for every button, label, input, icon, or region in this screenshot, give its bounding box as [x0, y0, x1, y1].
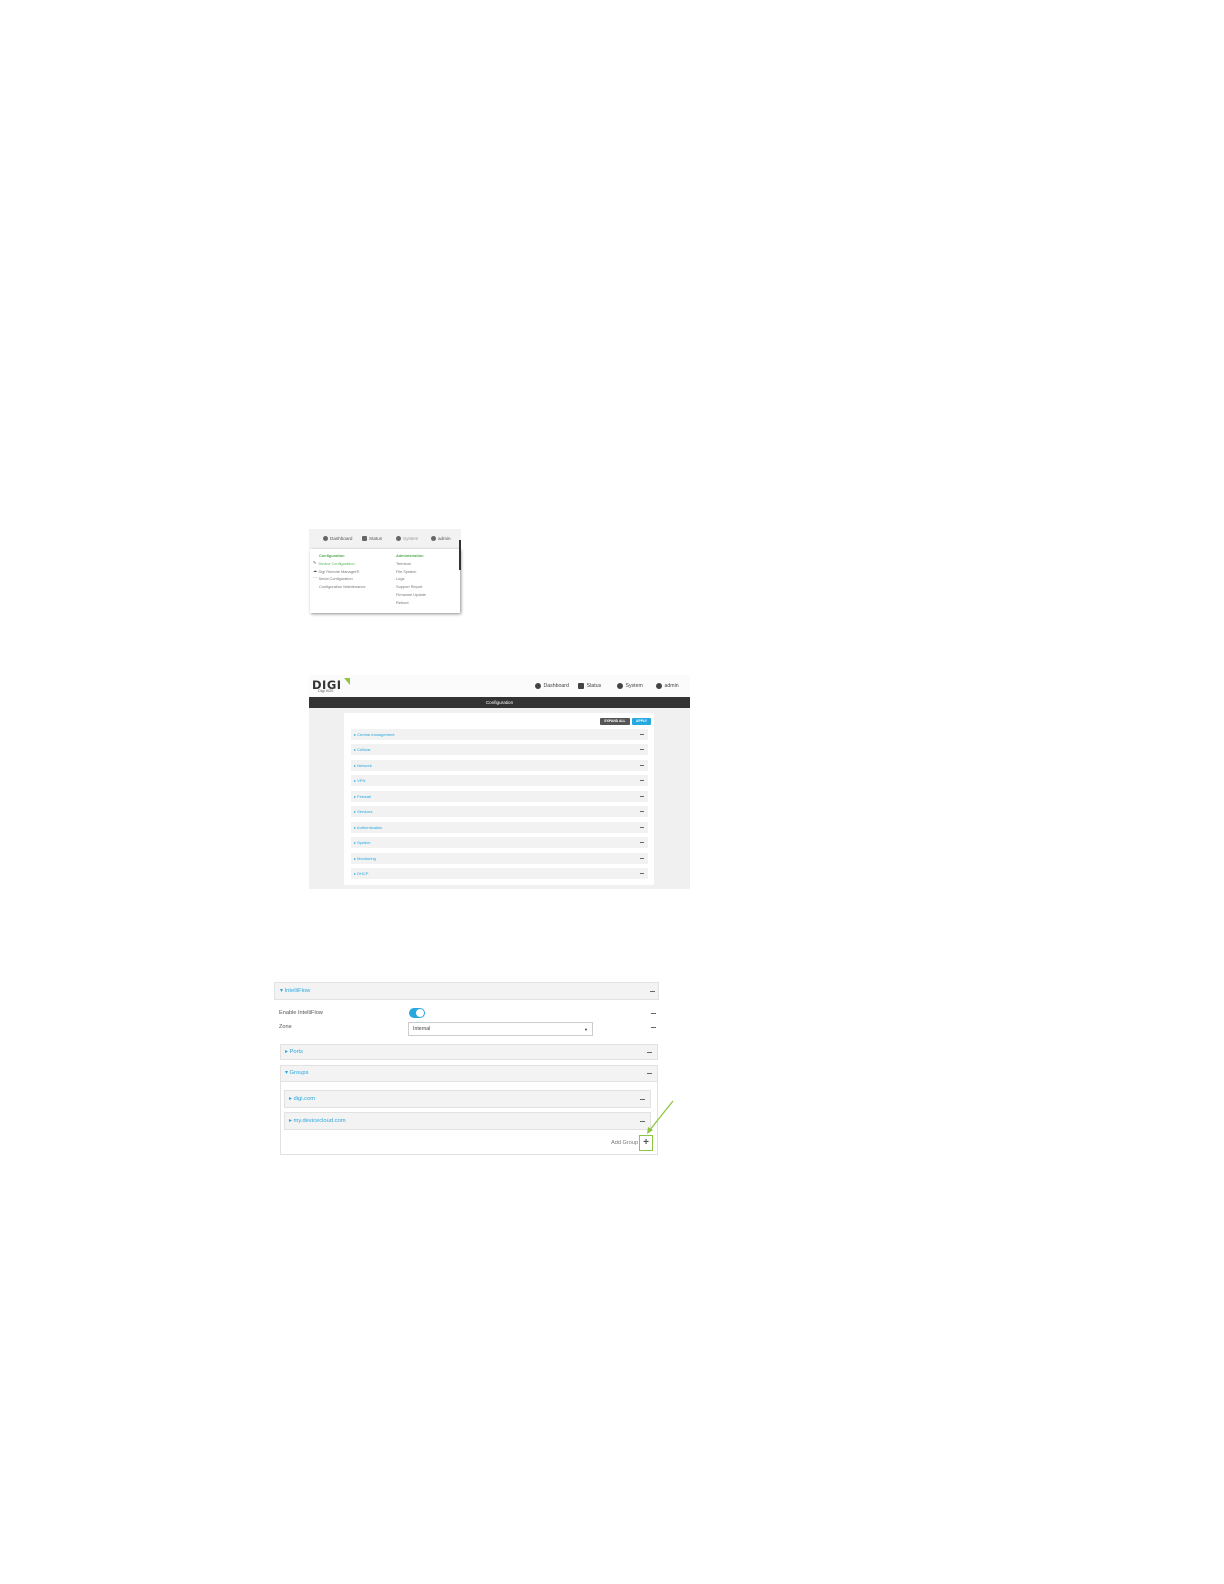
menu-item-serial-configuration[interactable]: ⋯ Serial Configuration [313, 575, 366, 583]
section-firewall[interactable]: ▸ Firewall [351, 791, 648, 802]
remove-icon [651, 1027, 656, 1029]
app-header: DIGI Digi IX20 Dashboard Status System a… [309, 675, 690, 697]
zone-select[interactable]: Internal ▼ [408, 1022, 593, 1036]
gear-icon [396, 536, 401, 541]
device-model: Digi IX20 [318, 689, 334, 693]
menu-item-remote-manager[interactable]: ☁ Digi Remote Manager® [313, 568, 366, 576]
nav-status[interactable]: Status [362, 536, 382, 541]
section-monitoring[interactable]: ▸ Monitoring [351, 853, 648, 864]
configuration-heading: Configuration [319, 553, 345, 558]
menu-item-firmware-update[interactable]: Firmware Update [396, 591, 426, 599]
collapse-icon [640, 842, 644, 844]
collapse-icon [640, 873, 644, 875]
section-cellular[interactable]: ▸ Cellular [351, 744, 648, 755]
section-authentication[interactable]: ▸ Authentication [351, 822, 648, 833]
section-vpn[interactable]: ▸ VPN [351, 775, 648, 786]
cloud-icon: ☁ [313, 568, 317, 573]
dashboard-icon [323, 536, 328, 541]
collapse-icon [650, 991, 655, 993]
section-central-management[interactable]: ▸ Central management [351, 729, 648, 740]
collapse-icon [640, 749, 644, 751]
dropdown-caret-icon: ▼ [584, 1027, 588, 1032]
collapse-icon [640, 796, 644, 798]
toggle-knob [416, 1009, 424, 1017]
page-title: Configuration [309, 697, 690, 708]
collapse-icon [640, 765, 644, 767]
serial-icon: ⋯ [313, 576, 317, 581]
grid-icon [578, 683, 584, 689]
collapse-icon [640, 858, 644, 860]
zone-label: Zone [279, 1024, 292, 1030]
menu-item-support-report[interactable]: Support Report [396, 583, 426, 591]
nav-dashboard[interactable]: Dashboard [323, 536, 352, 541]
section-network[interactable]: ▸ Network [351, 760, 648, 771]
user-icon [431, 536, 436, 541]
config-panel: EXPAND ALL APPLY ▸ Central management ▸ … [344, 713, 654, 885]
add-group-label: Add Group [611, 1140, 639, 1146]
callout-arrow-icon [647, 1100, 674, 1134]
menu-item-file-system[interactable]: File System [396, 568, 426, 576]
collapse-icon [647, 1052, 652, 1054]
dashboard-icon [535, 683, 541, 689]
expand-all-button[interactable]: EXPAND ALL [600, 718, 630, 725]
section-dhcp[interactable]: ▸ DHCP [351, 868, 648, 879]
menu-item-device-configuration[interactable]: ✎ Device Configuration [313, 560, 366, 568]
system-dropdown-menu: Configuration ✎ Device Configuration ☁ D… [310, 540, 461, 613]
administration-heading: Administration [396, 553, 424, 558]
administration-column: Administration Terminal File System Logs… [396, 552, 426, 607]
collapse-icon [640, 827, 644, 829]
group-item-digi-com[interactable]: ▸ digi.com [284, 1090, 651, 1108]
plus-icon: + [643, 1137, 649, 1148]
enable-intelliflow-toggle[interactable] [409, 1008, 425, 1018]
menu-item-configuration-maintenance[interactable]: Configuration Maintenance [319, 583, 366, 591]
nav-dashboard[interactable]: Dashboard [535, 683, 569, 689]
top-nav-bar: Dashboard Status System admin [309, 529, 461, 549]
menu-item-reboot[interactable]: Reboot [396, 599, 426, 607]
nav-admin[interactable]: admin [431, 536, 451, 541]
nav-system[interactable]: System [617, 683, 643, 689]
section-system[interactable]: ▸ System [351, 837, 648, 848]
collapse-icon [640, 811, 644, 813]
collapse-icon [640, 780, 644, 782]
intelliflow-groups-screenshot: ▾ IntelliFlow Enable IntelliFlow Zone In… [274, 982, 659, 1156]
group-item-my-devicecloud-com[interactable]: ▸ my.devicecloud.com [284, 1112, 651, 1130]
wrench-icon: ✎ [313, 560, 317, 565]
logo-mark-icon [344, 678, 350, 685]
configuration-column: Configuration ✎ Device Configuration ☁ D… [313, 552, 366, 591]
intelliflow-header[interactable]: ▾ IntelliFlow [274, 982, 659, 1000]
menu-item-logs[interactable]: Logs [396, 575, 426, 583]
nav-system[interactable]: System [396, 536, 418, 541]
menu-item-terminal[interactable]: Terminal [396, 560, 426, 568]
configuration-page-screenshot: DIGI Digi IX20 Dashboard Status System a… [309, 675, 690, 889]
gear-icon [617, 683, 623, 689]
nav-admin[interactable]: admin [656, 683, 679, 689]
system-menu-screenshot: Dashboard Status System admin Configurat… [309, 529, 461, 614]
collapse-icon [640, 734, 644, 736]
groups-section[interactable]: ▾ Groups [280, 1065, 658, 1082]
apply-button[interactable]: APPLY [632, 718, 651, 725]
user-icon [656, 683, 662, 689]
nav-status[interactable]: Status [578, 683, 601, 689]
grid-icon [362, 536, 367, 541]
remove-icon [651, 1013, 656, 1015]
enable-intelliflow-label: Enable IntelliFlow [279, 1010, 323, 1016]
ports-section[interactable]: ▸ Ports [280, 1044, 658, 1060]
collapse-icon [647, 1073, 652, 1075]
scrollbar [459, 540, 461, 570]
section-services[interactable]: ▸ Services [351, 806, 648, 817]
